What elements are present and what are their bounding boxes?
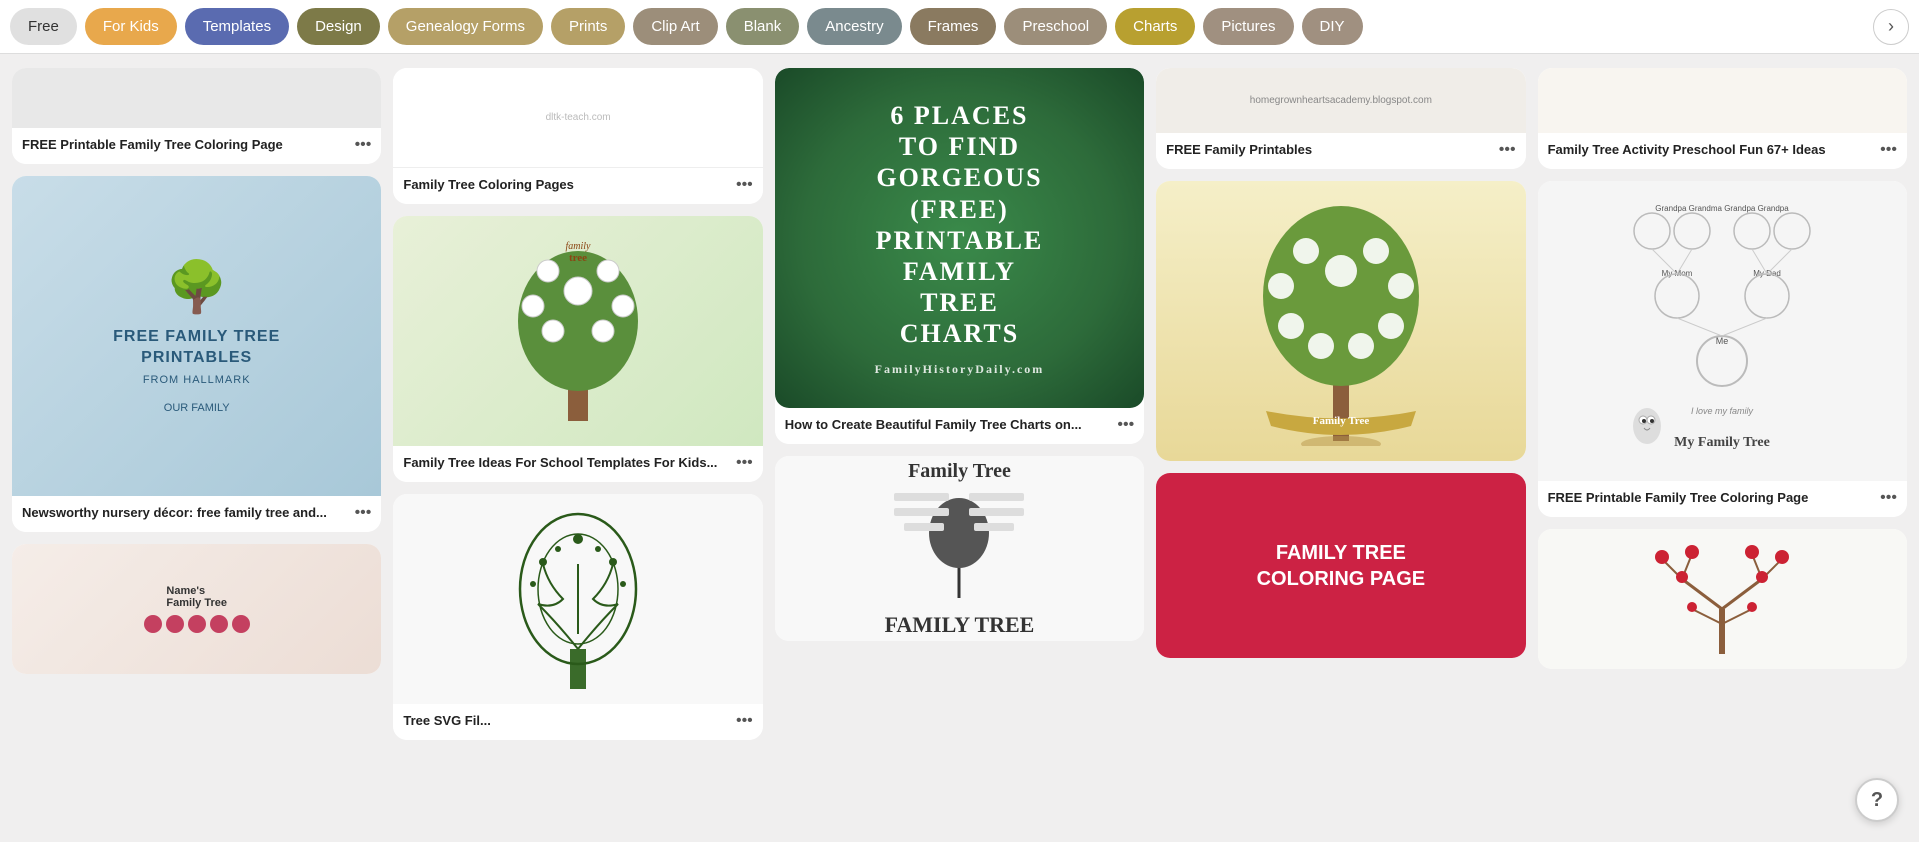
tree-decorative-icon: 🌳 xyxy=(166,258,228,317)
card-image[interactable]: 6 PLACESTO FINDGORGEOUS(FREE)PRINTABLEFA… xyxy=(775,68,1144,408)
nav-btn-genealogy[interactable]: Genealogy Forms xyxy=(388,8,543,45)
card-more-bottom-button[interactable]: ••• xyxy=(355,504,372,522)
svg-text:I love my family: I love my family xyxy=(1691,406,1754,416)
card-tree-svg-file: Tree SVG Fil... ••• xyxy=(393,494,762,740)
card-body: FREE Family Printables ••• xyxy=(1156,133,1525,169)
card-title: Newsworthy nursery décor: free family tr… xyxy=(22,505,327,520)
nav-btn-prints[interactable]: Prints xyxy=(551,8,625,45)
nav-btn-frames[interactable]: Frames xyxy=(910,8,997,45)
card-yellow-tree-genealogy: Family Tree ••• xyxy=(1156,181,1525,461)
card-img-main-text: 6 PLACESTO FINDGORGEOUS(FREE)PRINTABLEFA… xyxy=(876,100,1044,350)
card-img-sub: OUR FAMILY xyxy=(164,402,230,414)
white-tree-svg: Grandpa Grandma Grandpa Grandpa My Mom M… xyxy=(1622,196,1822,466)
card-title: Tree SVG Fil... xyxy=(403,713,490,728)
card-body: Family Tree Ideas For School Templates F… xyxy=(393,446,762,482)
card-circles xyxy=(144,615,250,633)
card-more-bottom-button[interactable]: ••• xyxy=(736,712,753,730)
card-image[interactable]: homegrownheartsacademy.blogspot.com xyxy=(1156,68,1525,133)
card-image[interactable]: Family Tree xyxy=(1156,181,1525,461)
card-more-bottom-button[interactable]: ••• xyxy=(1880,141,1897,159)
nav-bar: Free For Kids Templates Design Genealogy… xyxy=(0,0,1919,54)
card-more-bottom-button[interactable]: ••• xyxy=(1499,141,1516,159)
card-image[interactable]: Family Tree FAMILY TREE xyxy=(775,456,1144,641)
card-img-watermark: homegrownheartsacademy.blogspot.com xyxy=(1250,95,1432,106)
card-names-family-tree: Name'sFamily Tree ••• xyxy=(12,544,381,674)
card-image[interactable]: Name'sFamily Tree xyxy=(12,544,381,674)
blank-form-svg xyxy=(889,488,1029,608)
card-title: FREE Printable Family Tree Coloring Page xyxy=(1548,490,1809,505)
card-free-printable-coloring-1: ••• FREE Printable Family Tree Coloring … xyxy=(12,68,381,164)
card-free-printable-white-tree: Grandpa Grandma Grandpa Grandpa My Mom M… xyxy=(1538,181,1907,517)
card-title: How to Create Beautiful Family Tree Char… xyxy=(785,417,1082,432)
nav-btn-clipart[interactable]: Clip Art xyxy=(633,8,717,45)
card-family-tree-blank-form: Family Tree FAMILY TREE ••• xyxy=(775,456,1144,641)
card-more-bottom-button[interactable]: ••• xyxy=(1117,416,1134,434)
card-img-name-label: Name'sFamily Tree xyxy=(166,585,227,609)
nav-btn-charts[interactable]: Charts xyxy=(1115,8,1195,45)
card-newsworthy-nursery: 🌳 FREE FAMILY TREEPRINTABLESFROM HALLMAR… xyxy=(12,176,381,532)
card-img-big-title: FAMILY TREE xyxy=(885,612,1035,638)
nav-btn-preschool[interactable]: Preschool xyxy=(1004,8,1107,45)
card-img-watermark: dltk-teach.com xyxy=(546,112,611,123)
card-more-bottom-button[interactable]: ••• xyxy=(355,136,372,154)
card-image[interactable]: FAMILY TREECOLORING PAGE xyxy=(1156,473,1525,658)
card-title: Family Tree Activity Preschool Fun 67+ I… xyxy=(1548,142,1826,157)
card-image[interactable]: 🌳 FREE FAMILY TREEPRINTABLESFROM HALLMAR… xyxy=(12,176,381,496)
svg-text:Me: Me xyxy=(1716,336,1729,346)
svg-text:Grandpa Grandma Grandpa Gra: Grandpa Grandma Grandpa Grandpa xyxy=(1656,204,1790,213)
nav-btn-templates[interactable]: Templates xyxy=(185,8,289,45)
card-title: FREE Printable Family Tree Coloring Page xyxy=(22,137,283,152)
card-family-tree-school-ideas: family tree ••• Family Tree Ideas For Sc… xyxy=(393,216,762,482)
card-body: FREE Printable Family Tree Coloring Page… xyxy=(12,128,381,164)
card-image[interactable]: dltk-teach.com xyxy=(393,68,762,168)
card-family-tree-coloring-pages: dltk-teach.com ••• Family Tree Coloring … xyxy=(393,68,762,204)
image-grid: ••• FREE Printable Family Tree Coloring … xyxy=(0,54,1919,754)
card-image[interactable] xyxy=(1538,529,1907,669)
nav-btn-ancestry[interactable]: Ancestry xyxy=(807,8,901,45)
card-body: Tree SVG Fil... ••• xyxy=(393,704,762,740)
card-body: Newsworthy nursery décor: free family tr… xyxy=(12,496,381,532)
nav-next-arrow[interactable]: › xyxy=(1873,9,1909,45)
yellow-tree-svg: Family Tree xyxy=(1246,196,1436,446)
card-more-bottom-button[interactable]: ••• xyxy=(736,454,753,472)
card-image xyxy=(12,68,381,128)
nav-btn-diy[interactable]: DIY xyxy=(1302,8,1363,45)
card-image[interactable] xyxy=(393,494,762,704)
svg-text:My Family Tree: My Family Tree xyxy=(1674,435,1770,450)
card-title: FREE Family Printables xyxy=(1166,142,1312,157)
card-image[interactable]: Grandpa Grandma Grandpa Grandpa My Mom M… xyxy=(1538,181,1907,481)
red-flower-tree-svg xyxy=(1642,539,1802,659)
card-family-tree-coloring-red: FAMILY TREECOLORING PAGE ••• xyxy=(1156,473,1525,658)
card-img-text: FAMILY TREECOLORING PAGE xyxy=(1257,540,1426,592)
card-more-bottom-button[interactable]: ••• xyxy=(736,176,753,194)
card-image[interactable] xyxy=(1538,68,1907,133)
tree-outline-svg xyxy=(498,504,658,694)
card-body: FREE Printable Family Tree Coloring Page… xyxy=(1538,481,1907,517)
card-img-title: Family Tree xyxy=(908,460,1011,483)
card-title: Family Tree Ideas For School Templates F… xyxy=(403,455,717,470)
help-button[interactable]: ? xyxy=(1855,778,1899,822)
nav-btn-blank[interactable]: Blank xyxy=(726,8,800,45)
card-body: Family Tree Coloring Pages ••• xyxy=(393,168,762,204)
card-body: Family Tree Activity Preschool Fun 67+ I… xyxy=(1538,133,1907,169)
card-title: Family Tree Coloring Pages xyxy=(403,177,574,192)
card-activity-preschool: ••• Family Tree Activity Preschool Fun 6… xyxy=(1538,68,1907,169)
svg-text:family: family xyxy=(566,241,592,252)
nav-btn-pictures[interactable]: Pictures xyxy=(1203,8,1293,45)
svg-text:tree: tree xyxy=(569,252,587,264)
nav-btn-free[interactable]: Free xyxy=(10,8,77,45)
card-image[interactable]: family tree xyxy=(393,216,762,446)
nav-btn-forkids[interactable]: For Kids xyxy=(85,8,177,45)
nav-btn-design[interactable]: Design xyxy=(297,8,380,45)
card-free-family-printables: homegrownheartsacademy.blogspot.com ••• … xyxy=(1156,68,1525,169)
card-more-bottom-button[interactable]: ••• xyxy=(1880,489,1897,507)
card-img-text: FREE FAMILY TREEPRINTABLESFROM HALLMARK xyxy=(113,327,280,389)
svg-text:Family Tree: Family Tree xyxy=(1313,415,1370,427)
card-red-flower-tree: ••• xyxy=(1538,529,1907,669)
card-six-places-green: 6 PLACESTO FINDGORGEOUS(FREE)PRINTABLEFA… xyxy=(775,68,1144,444)
card-body: How to Create Beautiful Family Tree Char… xyxy=(775,408,1144,444)
card-img-watermark: FamilyHistoryDaily.com xyxy=(875,362,1045,376)
school-tree-svg: family tree xyxy=(498,231,658,431)
